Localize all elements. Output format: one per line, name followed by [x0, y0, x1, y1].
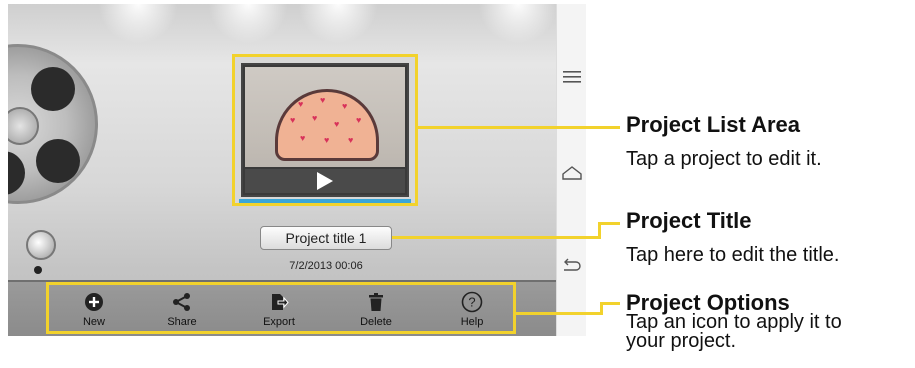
ceiling-light	[298, 4, 378, 44]
callout-title-title: Project Title	[626, 208, 752, 233]
new-button[interactable]: New	[64, 291, 124, 328]
export-icon	[268, 291, 290, 313]
ceiling-light	[478, 4, 556, 44]
menu-icon[interactable]	[559, 64, 585, 90]
callout-line-title	[598, 222, 620, 225]
system-nav-bar	[556, 4, 586, 336]
back-icon[interactable]	[559, 252, 585, 278]
project-thumbnail[interactable]: ♥ ♥ ♥ ♥ ♥ ♥ ♥ ♥ ♥ ♥	[241, 63, 409, 197]
app-screen: ♥ ♥ ♥ ♥ ♥ ♥ ♥ ♥ ♥ ♥ Project title 1 7/2/…	[8, 4, 556, 336]
export-label: Export	[263, 316, 295, 328]
project-preview-image: ♥ ♥ ♥ ♥ ♥ ♥ ♥ ♥ ♥ ♥	[245, 67, 405, 167]
callout-line-list-area	[418, 126, 620, 129]
project-options-bar: New Share Export Delete ? Help	[46, 282, 516, 334]
reel-dot	[34, 266, 42, 274]
help-icon: ?	[461, 291, 483, 313]
export-button[interactable]: Export	[249, 291, 309, 328]
callout-title-text: Tap here to edit the title.	[626, 244, 840, 266]
film-reel-decoration	[8, 44, 98, 204]
share-button[interactable]: Share	[152, 291, 212, 328]
callout-list-area-text: Tap a project to edit it.	[626, 148, 822, 170]
callout-line-options	[600, 302, 620, 305]
callout-line-title	[392, 236, 600, 239]
plus-circle-icon	[83, 291, 105, 313]
new-label: New	[82, 316, 105, 328]
ceiling-light	[98, 4, 178, 44]
home-icon[interactable]	[559, 160, 585, 186]
project-list-area[interactable]: ♥ ♥ ♥ ♥ ♥ ♥ ♥ ♥ ♥ ♥	[232, 54, 418, 206]
svg-text:?: ?	[468, 295, 475, 310]
delete-button[interactable]: Delete	[346, 291, 406, 328]
help-label: Help	[460, 316, 484, 328]
callout-line-options	[516, 312, 602, 315]
callout-options-text-2: your project.	[626, 330, 737, 352]
callout-list-area-title: Project List Area	[626, 112, 801, 137]
play-bar	[245, 169, 405, 193]
cake-image: ♥ ♥ ♥ ♥ ♥ ♥ ♥ ♥ ♥ ♥	[275, 89, 379, 161]
share-icon	[171, 291, 193, 313]
share-label: Share	[167, 316, 197, 328]
reel-knob	[26, 230, 56, 260]
delete-label: Delete	[360, 316, 392, 328]
project-date: 7/2/2013 00:06	[289, 260, 363, 272]
ceiling-light	[208, 4, 288, 44]
trash-icon	[365, 291, 387, 313]
project-title-button[interactable]: Project title 1	[260, 226, 392, 250]
shelf-highlight	[239, 199, 411, 203]
play-icon[interactable]	[317, 172, 333, 190]
help-button[interactable]: ? Help	[442, 291, 502, 328]
